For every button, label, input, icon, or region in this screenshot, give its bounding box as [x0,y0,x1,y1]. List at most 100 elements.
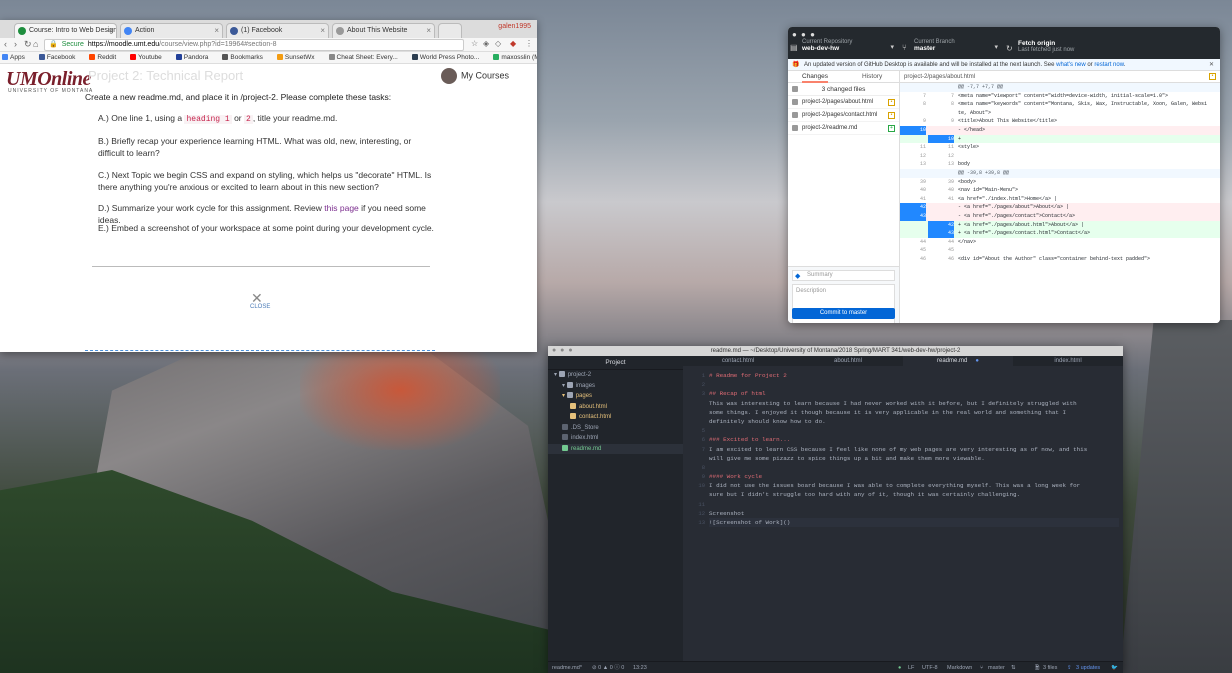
file-checkbox[interactable] [792,112,798,118]
diff-line[interactable]: 10 + [900,134,1220,144]
tree-folder[interactable]: ▾ images [548,381,683,392]
diff-line[interactable]: 13 13 body [900,160,1220,169]
bookmark-item[interactable]: maxosslin (Max As... [493,54,537,61]
bookmark-item[interactable]: Reddit [89,54,123,61]
code-line[interactable]: I did not use the issues board because I… [709,481,1119,490]
diff-line[interactable]: @@ -7,7 +7,7 @@ [900,83,1220,92]
chrome-tab[interactable]: Course: Intro to Web Design × [14,23,117,38]
diff-line[interactable]: 41 41 <a href="./index.html">Home</a> | [900,195,1220,204]
this-page-link[interactable]: this page [324,203,359,213]
diff-line[interactable]: 42 + <a href="./pages/about.html">About</… [900,220,1220,230]
changed-file-row[interactable]: project-2/pages/contact.html • [788,109,899,122]
changed-file-row[interactable]: project-2/pages/about.html • [788,96,899,109]
chrome-tab[interactable]: (1) Facebook × [226,23,329,38]
diff-line[interactable]: 12 12 [900,152,1220,161]
close-icon[interactable]: ✕ [1209,59,1214,71]
status-eol[interactable]: LF [908,662,914,673]
diff-line[interactable]: 44 44 </nav> [900,238,1220,247]
code-area[interactable]: # Readme for Project 2 ## Recap of html Th… [709,371,1119,528]
diff-line[interactable]: 43 + <a href="./pages/contact.html">Conta… [900,229,1220,238]
my-courses-link[interactable]: My Courses [441,68,509,84]
code-line[interactable]: definitely should know how to do. [709,417,1119,426]
bookmark-star-icon[interactable]: ☆ [471,39,478,48]
diff-line[interactable]: 7 7 <meta name="viewport" content="width=… [900,92,1220,101]
window-controls[interactable]: ● ● ● [552,346,574,356]
diff-line[interactable]: 9 9 <title>About This Website</title> [900,117,1220,126]
bookmark-item[interactable]: Youtube [130,54,169,61]
code-line[interactable]: I am excited to learn CSS because I feel… [709,445,1119,454]
status-files[interactable]: 3 files [1043,662,1057,673]
code-line[interactable]: will give me some pizazz to spice things… [709,454,1119,463]
code-line[interactable]: This was interesting to learn because I … [709,399,1119,408]
bookmark-item[interactable]: Apps [2,54,32,61]
diff-line[interactable]: te, About"> [900,109,1220,118]
close-icon[interactable]: × [214,24,219,37]
status-file[interactable]: readme.md* [552,662,582,673]
close-icon[interactable]: × [320,24,325,37]
status-updates[interactable]: 3 updates [1076,662,1100,673]
current-branch-button[interactable]: ⑂ Current Branch master ▾ [900,39,1002,59]
editor-tab[interactable]: readme.md ● [903,356,1013,366]
status-diagnostics[interactable]: ⊘ 0 ▲ 0 ⓘ 0 [592,662,624,673]
code-line[interactable]: sure but I didn't struggle too hard with… [709,490,1119,499]
close-label[interactable]: CLOSE [250,304,270,310]
code-line[interactable] [709,380,1119,389]
new-tab-button[interactable] [438,23,462,38]
bookmark-item[interactable]: Cheat Sheet: Every... [328,54,405,61]
editor-pane[interactable]: 1 2 3 5 6 7 8 9 10 11 12 13 # Readme for Project 2 #… [683,366,1123,661]
status-encoding[interactable]: UTF-8 [922,662,938,673]
fetch-icon[interactable]: ⇅ [1011,662,1016,673]
changed-file-row[interactable]: project-2/readme.md + [788,122,899,135]
status-cursor[interactable]: 13:23 [633,662,647,673]
extension-icon[interactable]: ◈ [483,39,489,48]
diff-line[interactable]: 10 - </head> [900,125,1220,135]
tree-file[interactable]: contact.html [548,412,683,423]
status-grammar[interactable]: Markdown [947,662,972,673]
tree-file[interactable]: index.html [548,433,683,444]
fetch-origin-button[interactable]: ↻ Fetch origin Last fetched just now [1004,40,1114,60]
editor-tab[interactable]: about.html [793,356,903,366]
back-icon[interactable]: ‹ [4,39,7,49]
code-line[interactable] [709,426,1119,435]
tree-file[interactable]: readme.md [548,443,683,454]
code-line[interactable] [709,500,1119,509]
close-icon[interactable]: × [108,24,113,37]
commit-button[interactable]: Commit to master [792,308,895,319]
restart-now-link[interactable]: restart now [1094,62,1123,68]
bird-icon[interactable]: 🐦 [1111,662,1118,673]
bookmark-item[interactable]: Facebook [38,54,83,61]
extension-icon[interactable]: ◇ [495,39,501,48]
editor-tab[interactable]: index.html [1013,356,1123,366]
diff-line[interactable]: 39 39 <body> [900,178,1220,187]
code-line[interactable]: some things. I enjoyed it though because… [709,408,1119,417]
bookmark-item[interactable]: Pandora [175,54,216,61]
umonline-logo[interactable]: UMOnline UNIVERSITY OF MONTANA [6,68,92,94]
summary-input[interactable]: ◆ Summary [792,270,895,281]
status-branch[interactable]: master [988,662,1005,673]
file-checkbox[interactable] [792,99,798,105]
whats-new-link[interactable]: what's new [1056,62,1086,68]
select-all-checkbox[interactable] [792,86,798,92]
bookmark-item[interactable]: SunsetWx [276,54,322,61]
tab-history[interactable]: History [862,73,882,80]
code-line[interactable]: ![Screenshot of Work]() [709,518,1119,528]
diff-line[interactable]: 45 45 [900,246,1220,255]
tree-file[interactable]: .DS_Store [548,423,683,434]
forward-icon[interactable]: › [14,39,17,49]
window-controls[interactable]: ● ● ● [792,30,816,39]
code-line[interactable]: #### Work cycle [709,472,1119,481]
chrome-profile-name[interactable]: galen1995 [498,23,531,30]
code-line[interactable]: ## Recap of html [709,389,1119,398]
code-line[interactable] [709,463,1119,472]
bookmark-item[interactable]: Bookmarks [222,54,270,61]
code-line[interactable]: # Readme for Project 2 [709,371,1119,380]
code-line[interactable]: Screenshot [709,509,1119,518]
home-icon[interactable]: ⌂ [33,39,38,49]
tab-changes[interactable]: Changes [802,73,829,83]
diff-line[interactable]: 11 11 <style> [900,143,1220,152]
editor-tab[interactable]: contact.html [683,356,793,366]
diff-line[interactable]: @@ -39,8 +39,8 @@ [900,168,1220,178]
address-bar[interactable]: 🔒 Secure https://moodle.umt.edu/course/vie… [44,39,464,51]
close-icon[interactable]: × [426,24,431,37]
diff-line[interactable]: 42 - <a href="./pages/about">About</a> | [900,203,1220,212]
